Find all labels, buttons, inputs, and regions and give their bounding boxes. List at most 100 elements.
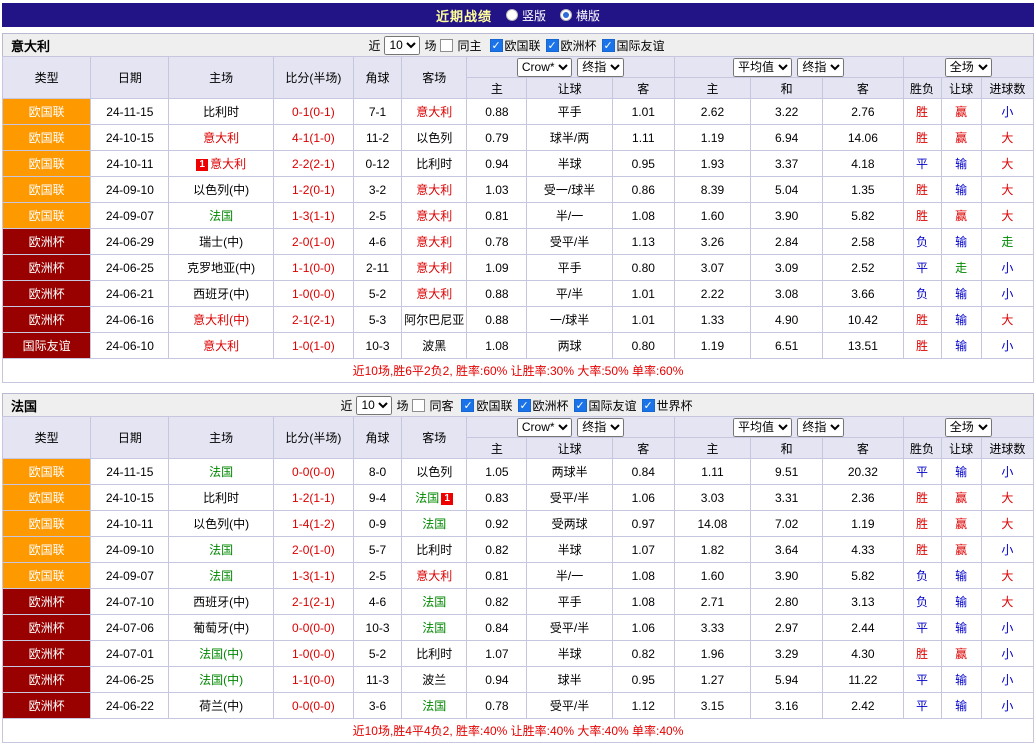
team-name-link[interactable]: 波黑 [422, 339, 446, 353]
team-name-link[interactable]: 法国 [422, 699, 446, 713]
team-name-link[interactable]: 以色列(中) [193, 183, 249, 197]
competition-filter-checkbox[interactable] [574, 399, 587, 412]
layout-radio-horizontal[interactable]: 横版 [560, 7, 600, 24]
match-count-select[interactable]: 10 [356, 396, 392, 415]
team-name-link[interactable]: 比利时 [203, 105, 239, 119]
layout-radio-vertical[interactable]: 竖版 [506, 7, 546, 24]
team-name-link[interactable]: 以色列(中) [193, 517, 249, 531]
result-outcome-cell: 平 [903, 615, 941, 641]
score-cell[interactable]: 1-2(0-1) [273, 177, 353, 203]
competition-filter-checkbox[interactable] [461, 399, 474, 412]
team-name-link[interactable]: 法国 [209, 543, 233, 557]
team-name-link[interactable]: 以色列 [416, 131, 452, 145]
fulltime-select[interactable]: 全场 [945, 58, 992, 77]
team-name-link[interactable]: 克罗地亚(中) [187, 261, 255, 275]
average-odds-select[interactable]: 平均值 [733, 418, 792, 437]
score-cell[interactable]: 0-0(0-0) [273, 615, 353, 641]
team-name-link[interactable]: 意大利 [416, 209, 452, 223]
score-cell[interactable]: 2-2(2-1) [273, 151, 353, 177]
same-venue-checkbox[interactable] [440, 39, 453, 52]
team-name-link[interactable]: 意大利 [416, 235, 452, 249]
match-date-cell: 24-10-11 [91, 511, 169, 537]
team-name-link[interactable]: 荷兰(中) [199, 699, 243, 713]
avg-away-odds-cell: 5.82 [823, 203, 903, 229]
score-cell[interactable]: 1-1(0-0) [273, 255, 353, 281]
score-cell[interactable]: 2-1(2-1) [273, 307, 353, 333]
team-name-link[interactable]: 意大利 [416, 183, 452, 197]
team-name-link[interactable]: 比利时 [416, 157, 452, 171]
home-team-cell: 法国(中) [169, 641, 273, 667]
match-count-select[interactable]: 10 [384, 36, 420, 55]
team-name-link[interactable]: 法国(中) [199, 673, 243, 687]
score-cell[interactable]: 1-3(1-1) [273, 563, 353, 589]
team-name-link[interactable]: 法国 [415, 491, 439, 505]
team-name-link[interactable]: 法国 [422, 517, 446, 531]
red-card-badge: 1 [196, 159, 208, 171]
team-name-link[interactable]: 法国 [422, 595, 446, 609]
team-name-link[interactable]: 比利时 [416, 543, 452, 557]
team-name-link[interactable]: 葡萄牙(中) [193, 621, 249, 635]
team-name-link[interactable]: 意大利 [210, 157, 246, 171]
result-handicap-cell: 输 [941, 615, 981, 641]
handicap-away-odds-cell: 1.08 [612, 563, 674, 589]
score-cell[interactable]: 0-1(0-1) [273, 99, 353, 125]
average-final-select[interactable]: 终指 [797, 418, 844, 437]
handicap-away-odds-cell: 1.06 [612, 615, 674, 641]
score-cell[interactable]: 1-0(1-0) [273, 333, 353, 359]
team-name-link[interactable]: 阿尔巴尼亚 [404, 313, 464, 327]
handicap-home-odds-cell: 0.79 [467, 125, 527, 151]
handicap-away-odds-cell: 0.95 [612, 667, 674, 693]
score-cell[interactable]: 1-1(0-0) [273, 667, 353, 693]
competition-type-cell: 国际友谊 [3, 333, 91, 359]
team-name-link[interactable]: 以色列 [416, 465, 452, 479]
team-name-link[interactable]: 比利时 [203, 491, 239, 505]
team-name-link[interactable]: 法国 [209, 209, 233, 223]
score-cell[interactable]: 1-0(0-0) [273, 281, 353, 307]
same-venue-checkbox[interactable] [412, 399, 425, 412]
competition-filter-checkbox[interactable] [546, 39, 559, 52]
score-cell[interactable]: 2-0(1-0) [273, 537, 353, 563]
score-cell[interactable]: 1-4(1-2) [273, 511, 353, 537]
score-cell[interactable]: 1-2(1-1) [273, 485, 353, 511]
competition-filter-checkbox[interactable] [490, 39, 503, 52]
home-team-cell: 意大利(中) [169, 307, 273, 333]
average-odds-select[interactable]: 平均值 [733, 58, 792, 77]
team-name-link[interactable]: 意大利 [416, 569, 452, 583]
team-name-link[interactable]: 意大利 [416, 261, 452, 275]
avg-home-odds-cell: 2.22 [674, 281, 750, 307]
fulltime-select[interactable]: 全场 [945, 418, 992, 437]
score-cell[interactable]: 2-1(2-1) [273, 589, 353, 615]
average-final-select[interactable]: 终指 [797, 58, 844, 77]
avg-draw-odds-cell: 2.97 [751, 615, 823, 641]
team-name-link[interactable]: 意大利 [416, 105, 452, 119]
team-name-link[interactable]: 法国 [209, 465, 233, 479]
score-cell[interactable]: 2-0(1-0) [273, 229, 353, 255]
team-name-link[interactable]: 法国(中) [199, 647, 243, 661]
odds-company-select[interactable]: Crow* [517, 418, 572, 437]
score-cell[interactable]: 0-0(0-0) [273, 693, 353, 719]
score-cell[interactable]: 1-0(0-0) [273, 641, 353, 667]
competition-filter-checkbox[interactable] [642, 399, 655, 412]
odds-company-select[interactable]: Crow* [517, 58, 572, 77]
competition-filter-checkbox[interactable] [518, 399, 531, 412]
team-name-link[interactable]: 瑞士(中) [199, 235, 243, 249]
match-row: 欧国联24-09-10以色列(中)1-2(0-1)3-2意大利1.03受一/球半… [3, 177, 1034, 203]
home-team-cell: 克罗地亚(中) [169, 255, 273, 281]
score-cell[interactable]: 0-0(0-0) [273, 459, 353, 485]
team-name-link[interactable]: 意大利(中) [193, 313, 249, 327]
score-cell[interactable]: 1-3(1-1) [273, 203, 353, 229]
competition-filter-checkbox[interactable] [602, 39, 615, 52]
team-name-link[interactable]: 意大利 [203, 131, 239, 145]
handicap-line-cell: 受平/半 [527, 485, 612, 511]
team-name-link[interactable]: 意大利 [203, 339, 239, 353]
team-name-link[interactable]: 比利时 [416, 647, 452, 661]
score-cell[interactable]: 4-1(1-0) [273, 125, 353, 151]
handicap-final-select[interactable]: 终指 [577, 418, 624, 437]
team-name-link[interactable]: 西班牙(中) [193, 595, 249, 609]
team-name-link[interactable]: 西班牙(中) [193, 287, 249, 301]
team-name-link[interactable]: 波兰 [422, 673, 446, 687]
team-name-link[interactable]: 法国 [209, 569, 233, 583]
handicap-final-select[interactable]: 终指 [577, 58, 624, 77]
team-name-link[interactable]: 意大利 [416, 287, 452, 301]
team-name-link[interactable]: 法国 [422, 621, 446, 635]
